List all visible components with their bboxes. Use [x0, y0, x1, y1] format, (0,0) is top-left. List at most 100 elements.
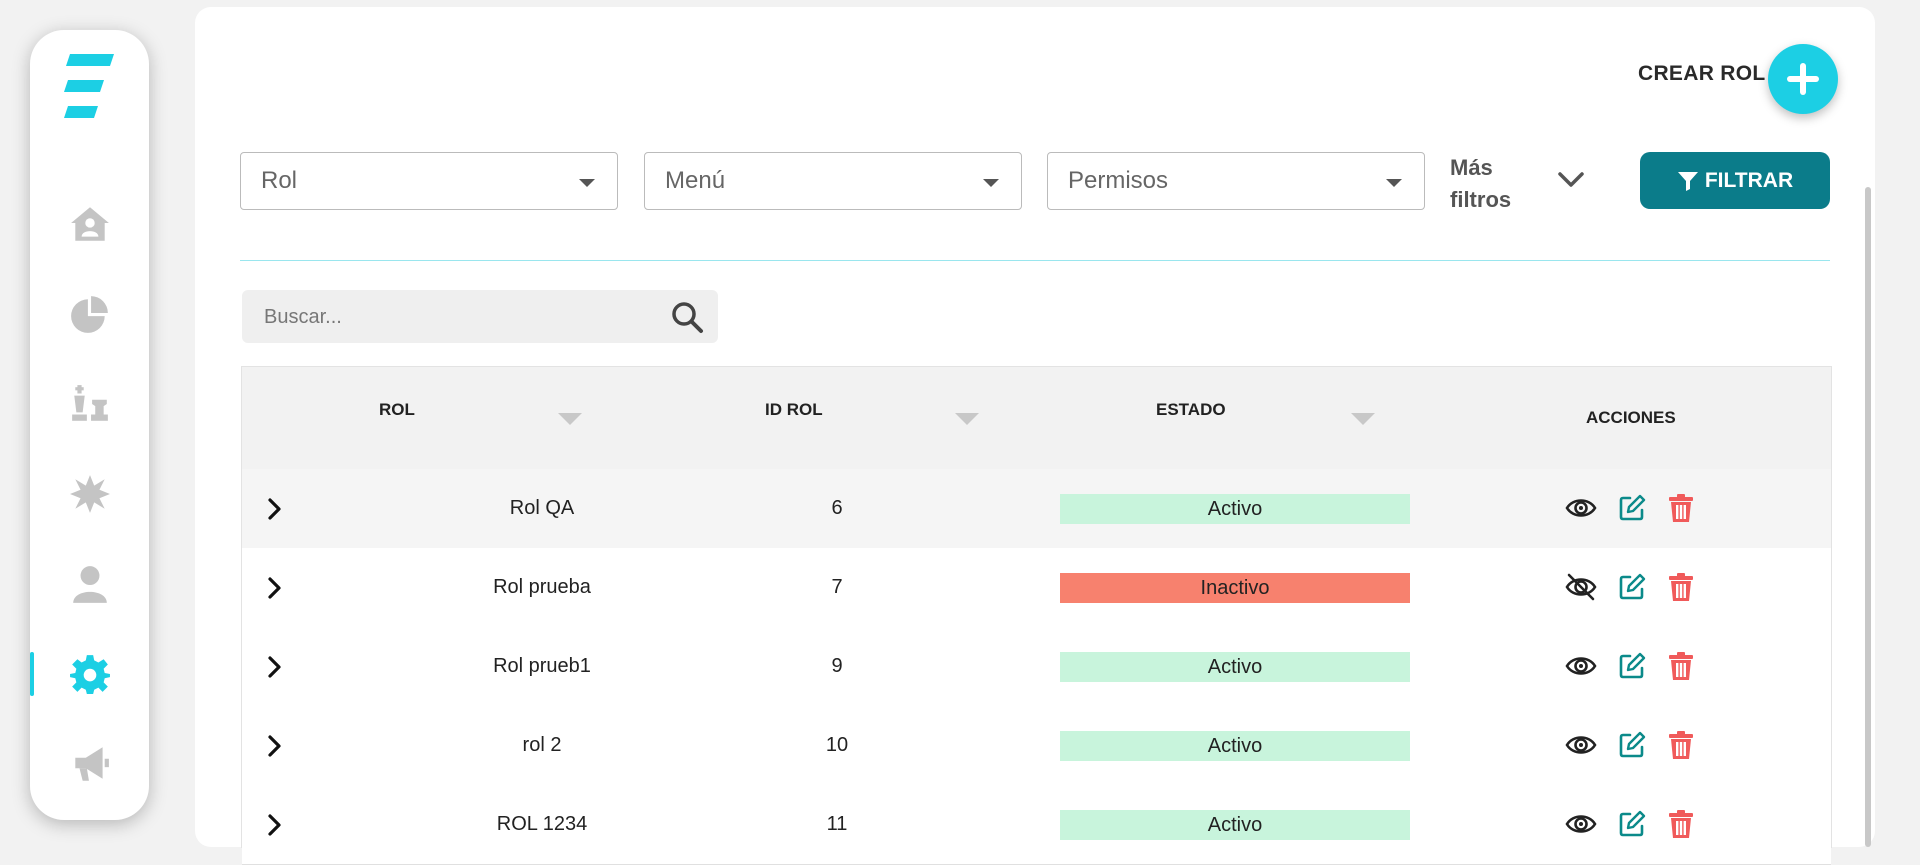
status-badge: Inactivo [1060, 573, 1410, 603]
eye-slash-icon [1565, 573, 1597, 601]
col-header-id: ID ROL [765, 400, 823, 419]
more-filters-toggle[interactable]: Más filtros [1450, 152, 1540, 216]
status-badge: Activo [1060, 652, 1410, 682]
chevron-right-icon[interactable] [262, 496, 288, 522]
edit-button[interactable] [1615, 649, 1649, 683]
starburst-icon [69, 475, 110, 513]
divider [240, 260, 1830, 261]
cell-id: 6 [831, 497, 843, 519]
edit-button[interactable] [1615, 807, 1649, 841]
eye-icon [1565, 657, 1597, 675]
search-icon[interactable] [670, 300, 704, 334]
chess-icon [71, 385, 108, 421]
permisos-select[interactable]: Permisos [1047, 152, 1425, 210]
caret-down-icon [1386, 179, 1402, 187]
user-icon [72, 566, 107, 603]
eye-icon [1565, 736, 1597, 754]
view-button[interactable] [1564, 728, 1598, 762]
caret-down-icon [579, 179, 595, 187]
view-button[interactable] [1564, 491, 1598, 525]
eye-icon [1565, 815, 1597, 833]
delete-button[interactable] [1664, 570, 1698, 604]
edit-icon [1619, 652, 1646, 679]
trash-icon [1669, 810, 1693, 838]
status-badge: Activo [1060, 494, 1410, 524]
sidebar-item-strategy[interactable] [30, 374, 149, 434]
cell-id: 10 [825, 734, 849, 756]
menu-select-value: Menú [665, 167, 726, 194]
pie-chart-icon [70, 296, 108, 333]
sort-rol-icon[interactable] [558, 413, 582, 425]
search-input[interactable] [262, 290, 646, 345]
chevron-right-icon[interactable] [262, 575, 288, 601]
table-row: ROL 1234 11 Activo [242, 785, 1831, 865]
col-header-rol: ROL [379, 400, 415, 419]
rol-select[interactable]: Rol [240, 152, 618, 210]
delete-button[interactable] [1664, 649, 1698, 683]
col-header-estado: ESTADO [1156, 400, 1226, 419]
table-row: Rol prueba 7 Inactivo [242, 548, 1831, 628]
chevron-down-icon[interactable] [1557, 168, 1585, 192]
trash-icon [1669, 652, 1693, 680]
chevron-right-icon[interactable] [262, 654, 288, 680]
home-icon [70, 207, 109, 241]
sort-estado-icon[interactable] [1351, 413, 1375, 425]
trash-icon [1669, 573, 1693, 601]
edit-button[interactable] [1615, 491, 1649, 525]
plus-icon [1787, 63, 1819, 95]
edit-icon [1619, 731, 1646, 758]
table-row: rol 2 10 Activo [242, 706, 1831, 786]
sidebar-item-reports[interactable] [30, 284, 149, 344]
cell-rol: Rol prueb1 [493, 655, 591, 677]
sidebar-item-settings[interactable] [30, 644, 149, 704]
col-header-acciones: ACCIONES [1586, 408, 1676, 427]
eye-icon [1565, 499, 1597, 517]
sidebar [30, 30, 149, 820]
sidebar-item-home[interactable] [30, 194, 149, 254]
roles-table: ROL ID ROL ESTADO ACCIONES Rol QA 6 Acti… [241, 366, 1832, 865]
chevron-right-icon[interactable] [262, 733, 288, 759]
table-row: Rol prueb1 9 Activo [242, 627, 1831, 707]
app-logo [64, 54, 114, 118]
permisos-select-value: Permisos [1068, 167, 1169, 194]
delete-button[interactable] [1664, 728, 1698, 762]
menu-select[interactable]: Menú [644, 152, 1022, 210]
delete-button[interactable] [1664, 491, 1698, 525]
edit-icon [1619, 573, 1646, 600]
filter-button[interactable]: FILTRAR [1640, 152, 1830, 209]
edit-button[interactable] [1615, 570, 1649, 604]
filter-button-label: FILTRAR [1704, 168, 1794, 192]
cell-id: 11 [826, 813, 848, 835]
table-header: ROL ID ROL ESTADO ACCIONES [242, 367, 1831, 470]
cell-rol: Rol QA [509, 497, 575, 519]
cell-id: 9 [831, 655, 843, 677]
create-role-label: CREAR ROL [1638, 62, 1766, 85]
edit-icon [1619, 810, 1646, 837]
cell-rol: rol 2 [522, 734, 562, 756]
funnel-icon [1677, 171, 1698, 191]
view-button[interactable] [1564, 570, 1598, 604]
sidebar-item-brand[interactable] [30, 464, 149, 524]
view-button[interactable] [1564, 649, 1598, 683]
trash-icon [1669, 731, 1693, 759]
delete-button[interactable] [1664, 807, 1698, 841]
caret-down-icon [983, 179, 999, 187]
trash-icon [1669, 494, 1693, 522]
status-badge: Activo [1060, 731, 1410, 761]
status-badge: Activo [1060, 810, 1410, 840]
view-button[interactable] [1564, 807, 1598, 841]
sidebar-item-users[interactable] [30, 554, 149, 614]
edit-button[interactable] [1615, 728, 1649, 762]
sidebar-item-campaigns[interactable] [30, 734, 149, 794]
cell-rol: Rol prueba [493, 576, 591, 598]
create-role-button[interactable] [1768, 44, 1838, 114]
cell-id: 7 [831, 576, 843, 598]
chevron-right-icon[interactable] [262, 812, 288, 838]
rol-select-value: Rol [261, 167, 298, 194]
search-box [242, 290, 718, 345]
megaphone-icon [74, 747, 109, 781]
gear-icon [69, 655, 110, 694]
cell-rol: ROL 1234 [496, 813, 588, 835]
sort-id-icon[interactable] [955, 413, 979, 425]
scrollbar[interactable] [1865, 187, 1871, 847]
